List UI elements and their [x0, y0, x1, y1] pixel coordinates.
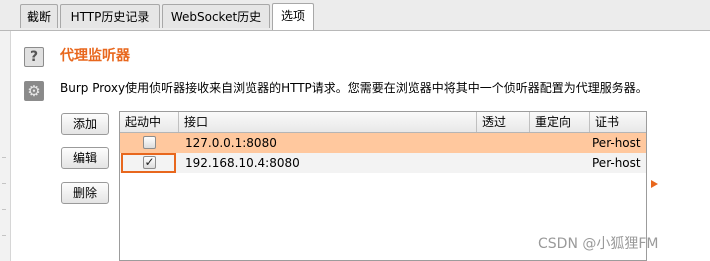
add-button[interactable]: 添加 [61, 113, 109, 135]
column-header-certificate[interactable]: 证书 [590, 112, 646, 132]
column-header-running[interactable]: 起动中 [120, 112, 179, 132]
interface-cell: 127.0.0.1:8080 [185, 136, 277, 150]
tab-options[interactable]: 选项 [272, 3, 314, 30]
watermark: CSDN @小狐狸FM [538, 236, 659, 252]
help-icon[interactable]: ? [24, 47, 44, 67]
column-header-invisible[interactable]: 透过 [477, 112, 530, 132]
column-header-interface[interactable]: 接口 [179, 112, 477, 132]
edit-button[interactable]: 编辑 [61, 147, 109, 169]
tab-http-history[interactable]: HTTP历史记录 [60, 4, 160, 28]
checkbox-highlight [121, 153, 176, 173]
interface-cell: 192.168.10.4:8080 [185, 156, 300, 170]
tab-websocket-history[interactable]: WebSocket历史 [162, 4, 270, 28]
options-panel: ? ⚙ 代理监听器 Burp Proxy使用侦听器接收来自浏览器的HTTP请求。… [11, 31, 710, 261]
running-checkbox[interactable] [143, 136, 156, 149]
certificate-cell: Per-host [592, 136, 641, 150]
section-title: 代理监听器 [60, 48, 130, 64]
table-header: 起动中 接口 透过 重定向 证书 [120, 112, 646, 133]
remove-button[interactable]: 删除 [61, 182, 109, 204]
table-row[interactable]: 127.0.0.1:8080 Per-host [120, 133, 646, 153]
column-header-redirect[interactable]: 重定向 [530, 112, 590, 132]
certificate-cell: Per-host [592, 156, 641, 170]
expand-arrow-icon[interactable] [651, 180, 658, 188]
tab-bar: 截断 HTTP历史记录 WebSocket历史 选项 [0, 0, 710, 31]
table-row[interactable]: ✓ 192.168.10.4:8080 Per-host [120, 153, 646, 173]
gear-icon[interactable]: ⚙ [24, 81, 44, 101]
section-description: Burp Proxy使用侦听器接收来自浏览器的HTTP请求。您需要在浏览器中将其… [60, 81, 648, 95]
left-scroll-edge [0, 31, 11, 261]
tab-intercept[interactable]: 截断 [20, 4, 58, 28]
